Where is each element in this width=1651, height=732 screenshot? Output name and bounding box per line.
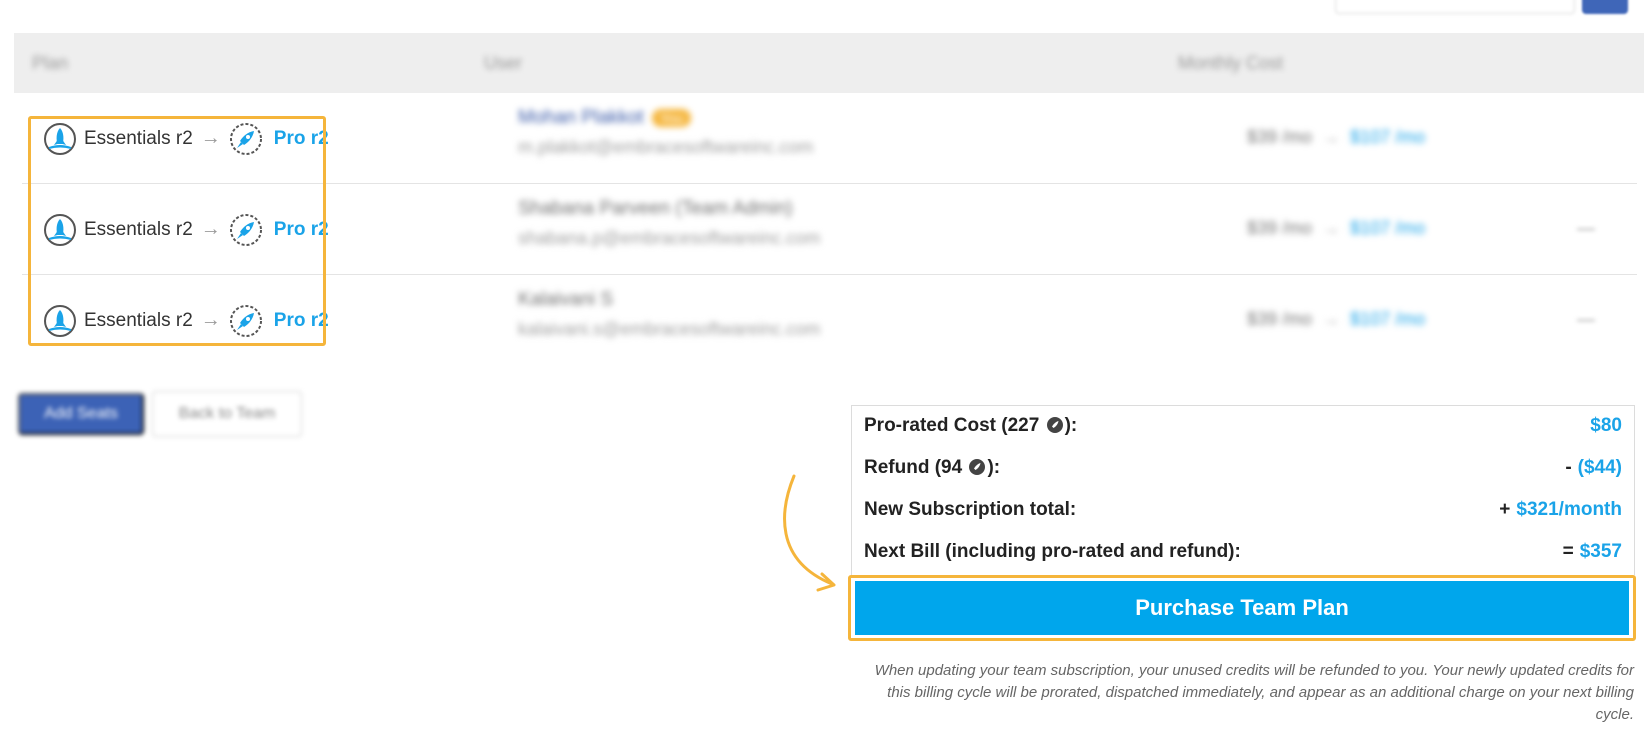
user-name: Shabana Parveen (Team Admin): [518, 198, 793, 219]
plan-change: Essentials r2 → Pro r2: [43, 275, 329, 366]
new-cost: $107 /mo: [1350, 127, 1426, 147]
right-arrow-icon: →: [200, 309, 221, 331]
monthly-cost: $39 /mo → $107 /mo: [1247, 309, 1425, 330]
add-seats-button[interactable]: Add Seats: [18, 393, 144, 435]
monthly-cost: $39 /mo → $107 /mo: [1247, 127, 1425, 148]
from-plan-label: Essentials r2: [84, 309, 193, 331]
prorated-cost-label: Pro-rated Cost (227 ):: [864, 415, 1077, 437]
refund-label-text: Refund (94: [864, 457, 963, 478]
plan-change: Essentials r2 → Pro r2: [43, 93, 329, 184]
rocket-launch-icon: [229, 122, 262, 155]
user-email: m.plakkot@embracesoftwareinc.com: [518, 137, 814, 157]
refund-amount: - ($44): [1565, 457, 1622, 479]
you-badge: You: [651, 109, 692, 127]
header-user: User: [484, 53, 523, 73]
monthly-cost: $39 /mo → $107 /mo: [1247, 218, 1425, 239]
search-input[interactable]: [1335, 0, 1575, 14]
user-email: kalaivani.s@embracesoftwareinc.com: [518, 319, 821, 339]
user-name-link[interactable]: Mohan Plakkot You: [518, 107, 813, 129]
right-arrow-icon: →: [1322, 127, 1341, 147]
right-arrow-icon: →: [1322, 309, 1341, 329]
subscription-total-row: New Subscription total: + $321/month: [864, 490, 1622, 530]
next-bill-value: $357: [1579, 541, 1622, 562]
from-plan-label: Essentials r2: [84, 127, 193, 149]
refund-label-suffix: ):: [987, 457, 1001, 478]
refund-value: ($44): [1577, 457, 1622, 478]
plan-table: Plan User Monthly Cost Essentials r2 → P…: [14, 33, 1644, 372]
next-bill-operator: =: [1562, 541, 1574, 562]
next-bill-amount: = $357: [1563, 541, 1622, 563]
next-bill-label: Next Bill (including pro-rated and refun…: [864, 541, 1241, 562]
rocket-badge-icon: [44, 304, 76, 337]
old-cost: $39 /mo: [1247, 127, 1313, 147]
prorated-label-text: Pro-rated Cost (227: [864, 415, 1040, 436]
right-arrow-icon: →: [1322, 218, 1341, 238]
rocket-badge-icon: [44, 122, 76, 155]
rocket-badge-icon: [44, 213, 76, 246]
remove-seat-button[interactable]: —: [1577, 309, 1595, 330]
subscription-total-amount: + $321/month: [1499, 499, 1622, 521]
search-button[interactable]: [1582, 0, 1628, 14]
new-cost: $107 /mo: [1350, 218, 1426, 238]
rocket-launch-icon: [229, 213, 262, 246]
subscription-total-value: $321/month: [1516, 499, 1622, 520]
old-cost: $39 /mo: [1247, 309, 1313, 329]
old-cost: $39 /mo: [1247, 218, 1313, 238]
plan-change: Essentials r2 → Pro r2: [43, 184, 329, 275]
new-cost: $107 /mo: [1350, 309, 1426, 329]
from-plan-label: Essentials r2: [84, 218, 193, 240]
next-bill-row: Next Bill (including pro-rated and refun…: [864, 532, 1622, 572]
user-email: shabana.p@embracesoftwareinc.com: [518, 228, 821, 248]
cost-summary: Pro-rated Cost (227 ): $80 Refund (94 ):…: [851, 405, 1635, 575]
back-to-team-button[interactable]: Back to Team: [152, 391, 302, 437]
prorated-cost-value: $80: [1590, 415, 1622, 436]
user-name: Kalaivani S: [518, 289, 614, 310]
table-row: Essentials r2 → Pro r2 Shabana Parveen (…: [22, 184, 1637, 275]
credit-icon: [969, 459, 986, 475]
table-row: Essentials r2 → Pro r2 Kalaivani S kalai…: [22, 275, 1637, 366]
subtotal-operator: +: [1499, 499, 1511, 520]
header-monthly-cost: Monthly Cost: [1178, 53, 1284, 73]
prorated-cost-row: Pro-rated Cost (227 ): $80: [864, 406, 1622, 446]
right-arrow-icon: →: [200, 127, 221, 149]
user-cell: Mohan Plakkot You m.plakkot@embracesoftw…: [518, 107, 813, 158]
purchase-team-plan-button[interactable]: Purchase Team Plan: [855, 581, 1629, 635]
table-row: Essentials r2 → Pro r2 Mohan Plakkot You…: [22, 93, 1637, 184]
subscription-total-label: New Subscription total:: [864, 499, 1077, 520]
table-header: Plan User Monthly Cost: [14, 33, 1644, 93]
right-arrow-icon: →: [200, 218, 221, 240]
to-plan-label: Pro r2: [273, 218, 329, 240]
refund-row: Refund (94 ): - ($44): [864, 448, 1622, 488]
billing-note: When updating your team subscription, yo…: [874, 662, 1634, 723]
refund-operator: -: [1565, 457, 1572, 478]
rocket-launch-icon: [229, 304, 262, 337]
user-name[interactable]: Mohan Plakkot: [518, 107, 644, 129]
user-cell: Kalaivani S kalaivani.s@embracesoftwarei…: [518, 289, 820, 340]
prorated-label-suffix: ):: [1064, 415, 1078, 436]
credit-icon: [1046, 417, 1063, 433]
remove-seat-button[interactable]: —: [1577, 218, 1595, 239]
refund-label: Refund (94 ):: [864, 457, 1000, 479]
user-cell: Shabana Parveen (Team Admin) shabana.p@e…: [518, 198, 820, 249]
header-plan: Plan: [32, 53, 69, 73]
to-plan-label: Pro r2: [273, 309, 329, 331]
to-plan-label: Pro r2: [273, 127, 329, 149]
